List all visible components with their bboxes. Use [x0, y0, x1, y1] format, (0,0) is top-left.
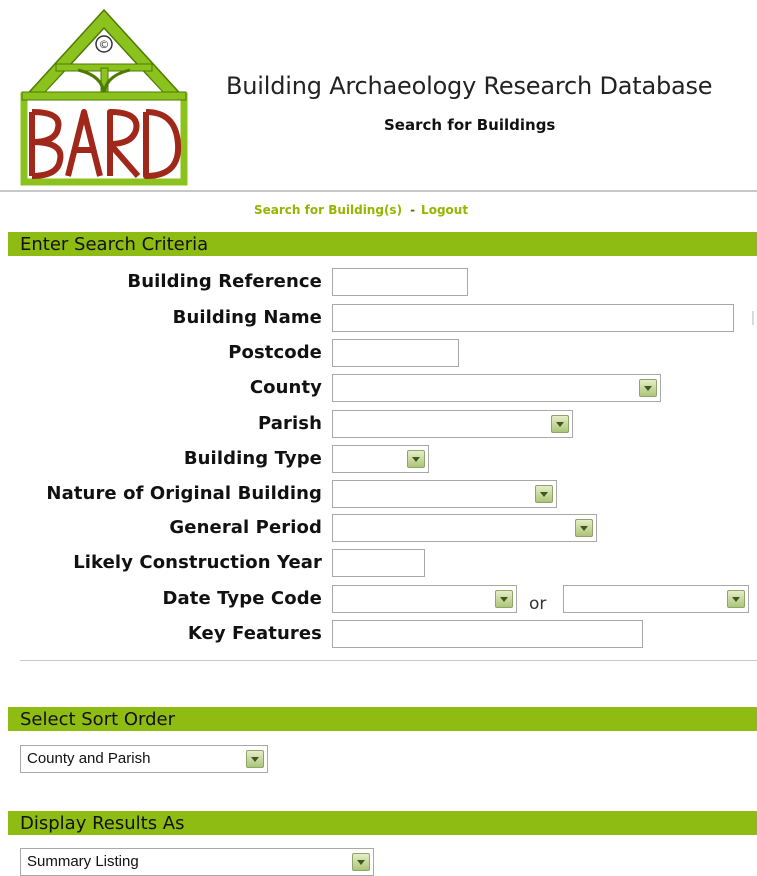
chevron-down-icon[interactable] — [495, 590, 513, 608]
section-header-search-criteria: Enter Search Criteria — [8, 232, 757, 256]
general-period-select[interactable] — [332, 514, 597, 542]
sort-order-select-value: County and Parish — [27, 750, 151, 767]
postcode-input[interactable] — [332, 339, 459, 367]
building-type-label: Building Type — [183, 448, 322, 469]
likely-construction-year-label: Likely Construction Year — [73, 552, 322, 573]
nav-separator: - — [410, 203, 416, 217]
or-label: or — [529, 594, 547, 614]
section-divider — [20, 660, 757, 661]
key-features-label: Key Features — [187, 623, 322, 644]
section-header-display-results: Display Results As — [8, 811, 757, 835]
date-type-code-label: Date Type Code — [162, 588, 322, 609]
key-features-input[interactable] — [332, 620, 643, 648]
edge-marker — [752, 311, 754, 325]
parish-select[interactable] — [332, 410, 573, 438]
building-reference-label: Building Reference — [127, 271, 322, 292]
chevron-down-icon[interactable] — [575, 519, 593, 537]
bard-logo: © — [18, 8, 190, 186]
chevron-down-icon[interactable] — [639, 379, 657, 397]
app-title: Building Archaeology Research Database — [226, 72, 713, 100]
page-subtitle: Search for Buildings — [384, 116, 556, 134]
building-reference-input[interactable] — [332, 268, 468, 296]
nature-of-original-building-select[interactable] — [332, 480, 557, 508]
building-name-input[interactable] — [332, 304, 734, 332]
nature-of-original-building-label: Nature of Original Building — [46, 483, 322, 504]
top-navigation: Search for Building(s) - Logout — [254, 203, 468, 217]
county-select[interactable] — [332, 374, 661, 402]
date-type-code-select-1[interactable] — [332, 585, 517, 613]
chevron-down-icon[interactable] — [727, 590, 745, 608]
header-divider — [0, 190, 757, 192]
parish-label: Parish — [257, 413, 322, 434]
search-buildings-link[interactable]: Search for Building(s) — [254, 203, 402, 217]
likely-construction-year-input[interactable] — [332, 549, 425, 577]
section-header-sort-order: Select Sort Order — [8, 707, 757, 731]
chevron-down-icon[interactable] — [407, 450, 425, 468]
display-results-select-value: Summary Listing — [27, 853, 139, 870]
sort-order-select[interactable]: County and Parish — [20, 745, 268, 773]
chevron-down-icon[interactable] — [535, 485, 553, 503]
display-results-select[interactable]: Summary Listing — [20, 848, 374, 876]
postcode-label: Postcode — [228, 342, 322, 363]
logout-link[interactable]: Logout — [421, 203, 468, 217]
general-period-label: General Period — [169, 517, 322, 538]
building-type-select[interactable] — [332, 445, 429, 473]
building-name-label: Building Name — [172, 307, 322, 328]
chevron-down-icon[interactable] — [246, 750, 264, 768]
date-type-code-select-2[interactable] — [563, 585, 749, 613]
chevron-down-icon[interactable] — [551, 415, 569, 433]
county-label: County — [249, 377, 322, 398]
logo-copyright-mark: © — [99, 38, 110, 51]
chevron-down-icon[interactable] — [352, 853, 370, 871]
